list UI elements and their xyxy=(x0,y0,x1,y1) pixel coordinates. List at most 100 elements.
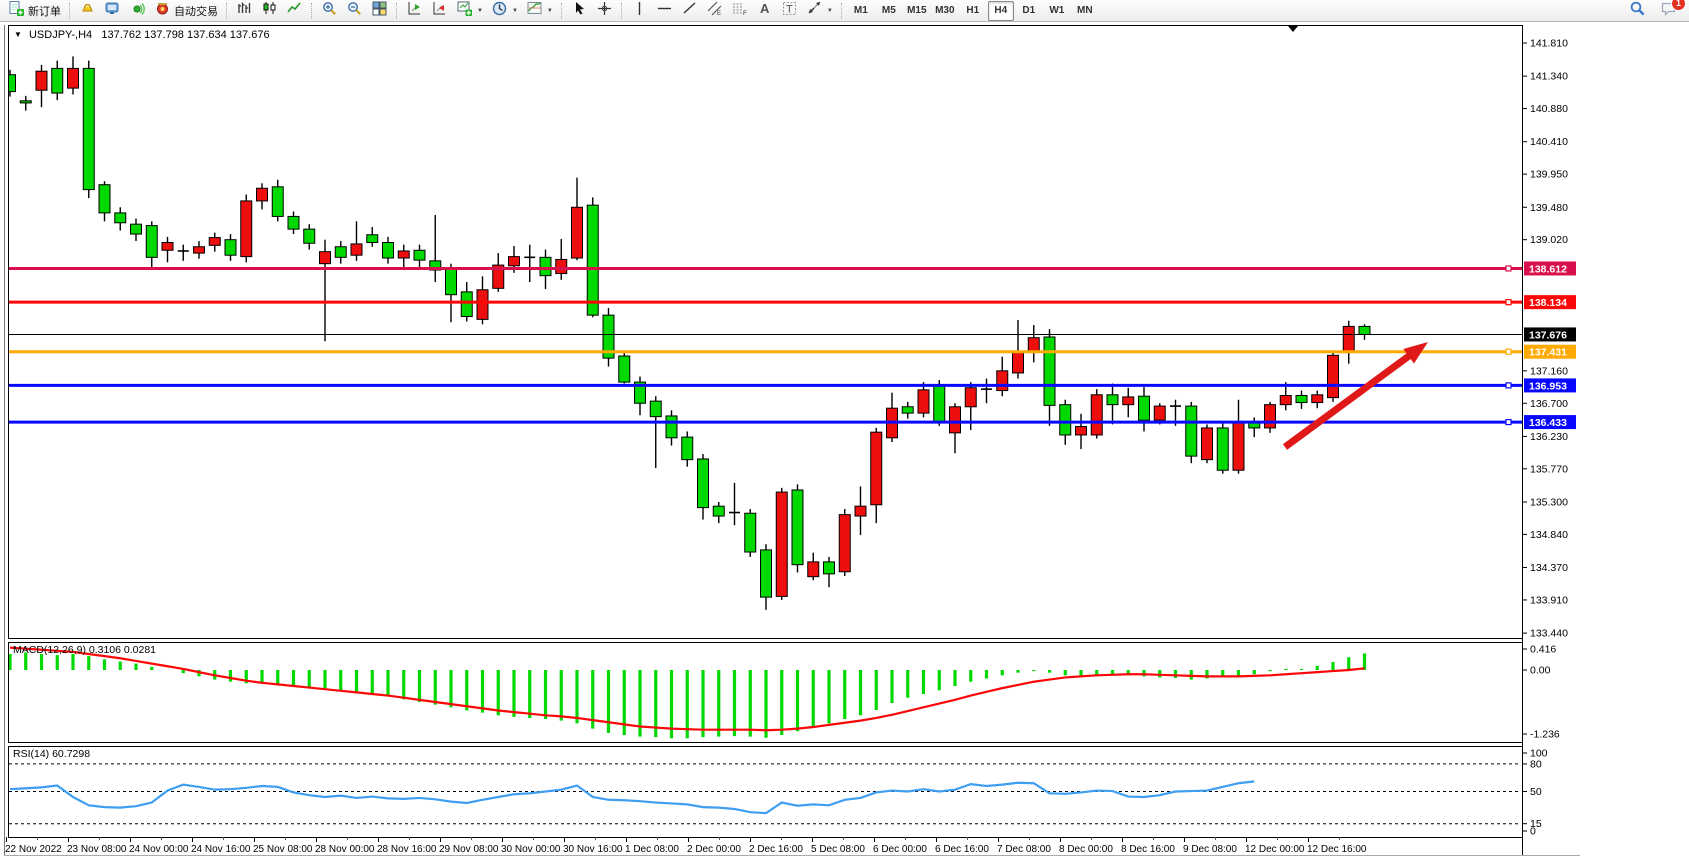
bear-candle xyxy=(666,416,677,438)
timeframe-M30-button[interactable]: M30 xyxy=(932,1,958,21)
hline-icon xyxy=(656,0,673,22)
symbol-dropdown-icon[interactable]: ▼ xyxy=(14,30,22,39)
label-button[interactable]: T xyxy=(777,0,802,22)
shapes-icon xyxy=(806,0,823,22)
price-level-badge: 136.433 xyxy=(1524,415,1576,429)
indicators-button[interactable]: ▼ xyxy=(522,0,557,22)
new-chart-button[interactable]: ▼ xyxy=(452,0,487,22)
timeframe-M5-button[interactable]: M5 xyxy=(876,1,902,21)
chart-candles-button[interactable] xyxy=(257,0,282,22)
bear-candle xyxy=(20,101,31,103)
autotrade-button[interactable]: 自动交易 xyxy=(150,0,222,22)
bull-candle xyxy=(871,432,882,505)
time-axis[interactable]: 22 Nov 202223 Nov 08:0024 Nov 00:0024 No… xyxy=(5,837,1367,855)
svg-text:137.431: 137.431 xyxy=(1529,347,1567,359)
chart-title-symbol: USDJPY-,H4 xyxy=(29,29,92,41)
fibo-button[interactable]: F xyxy=(727,0,752,22)
time-tick-label: 29 Nov 08:00 xyxy=(439,844,499,855)
search-icon xyxy=(1629,0,1646,22)
chart-line-button[interactable] xyxy=(282,0,307,22)
timeframe-W1-button[interactable]: W1 xyxy=(1044,1,1070,21)
time-tick-label: 8 Dec 16:00 xyxy=(1121,844,1175,855)
time-tick-label: 5 Dec 08:00 xyxy=(811,844,865,855)
timeframe-M1-button[interactable]: M1 xyxy=(848,1,874,21)
macd-scale-label: 0.416 xyxy=(1530,644,1556,656)
bear-candle xyxy=(131,224,142,234)
timeframe-H1-button[interactable]: H1 xyxy=(960,1,986,21)
period-button[interactable]: ▼ xyxy=(487,0,522,22)
bull-candle xyxy=(320,252,331,264)
price-tick-label: 137.160 xyxy=(1530,365,1568,377)
timeframe-D1-button[interactable]: D1 xyxy=(1016,1,1042,21)
trendline-icon xyxy=(681,0,698,22)
timeframe-H4-button[interactable]: H4 xyxy=(988,1,1014,21)
search-button[interactable] xyxy=(1625,0,1650,22)
bull-candle xyxy=(241,201,252,257)
bull-candle xyxy=(808,562,819,577)
bear-candle xyxy=(288,216,299,229)
time-tick-label: 6 Dec 16:00 xyxy=(935,844,989,855)
macd-scale-label: 0.00 xyxy=(1530,665,1551,677)
price-level-badge: 137.431 xyxy=(1524,345,1576,359)
trendline-button[interactable] xyxy=(677,0,702,22)
vline-button[interactable] xyxy=(627,0,652,22)
timeframe-M15-button[interactable]: M15 xyxy=(904,1,930,21)
bear-candle xyxy=(1186,406,1197,456)
rsi-scale-label: 50 xyxy=(1530,786,1542,798)
price-level-badge: 136.953 xyxy=(1524,378,1576,392)
zoom-out-button[interactable] xyxy=(342,0,367,22)
bear-candle xyxy=(146,226,157,258)
period-icon xyxy=(491,0,508,22)
chart-bars-button[interactable] xyxy=(232,0,257,22)
channel-button[interactable]: E xyxy=(702,0,727,22)
chart-title-quotes: 137.762 137.798 137.634 137.676 xyxy=(101,29,269,41)
macd-indicator-label: MACD(12,26,9) 0.3106 0.0281 xyxy=(13,644,156,656)
bear-candle xyxy=(446,268,457,295)
gold-button[interactable] xyxy=(75,0,100,22)
bull-candle xyxy=(1202,428,1213,460)
time-tick-label: 2 Dec 16:00 xyxy=(749,844,803,855)
bear-candle xyxy=(1359,326,1370,334)
shapes-button[interactable]: ▼ xyxy=(802,0,837,22)
chevron-down-icon: ▼ xyxy=(827,8,833,14)
line-handle[interactable] xyxy=(1506,420,1511,425)
price-tick-label: 136.230 xyxy=(1530,431,1568,443)
bear-candle xyxy=(304,229,315,243)
new-order-button[interactable]: 新订单 xyxy=(4,0,65,22)
chart-canvas[interactable]: 141.810141.340140.880140.410139.950139.4… xyxy=(0,0,1689,859)
time-tick-label: 22 Nov 2022 xyxy=(5,844,62,855)
profile-prev-button[interactable] xyxy=(427,0,452,22)
hline-button[interactable] xyxy=(652,0,677,22)
crosshair-button[interactable] xyxy=(592,0,617,22)
time-tick-label: 23 Nov 08:00 xyxy=(67,844,127,855)
timeframe-MN-button[interactable]: MN xyxy=(1072,1,1098,21)
chart-line-icon xyxy=(286,0,303,22)
tile-windows-button[interactable] xyxy=(367,0,392,22)
bull-candle xyxy=(477,290,488,320)
line-handle[interactable] xyxy=(1506,300,1511,305)
bear-candle xyxy=(272,187,283,217)
profile-next-icon xyxy=(406,0,423,22)
line-handle[interactable] xyxy=(1506,383,1511,388)
profile-prev-icon xyxy=(431,0,448,22)
new-order-icon xyxy=(8,0,25,22)
terminal-button[interactable] xyxy=(100,0,125,22)
svg-text:138.134: 138.134 xyxy=(1529,297,1567,309)
rsi-scale-label: 80 xyxy=(1530,758,1542,770)
line-handle[interactable] xyxy=(1506,349,1511,354)
svg-text:138.612: 138.612 xyxy=(1529,263,1567,275)
macd-scale-label: -1.236 xyxy=(1530,729,1560,741)
bear-candle xyxy=(115,213,126,223)
notifications-button[interactable]: 1 xyxy=(1656,0,1681,22)
bear-candle xyxy=(619,356,630,382)
price-tick-label: 135.770 xyxy=(1530,463,1568,475)
vline-icon xyxy=(631,0,648,22)
zoom-in-button[interactable] xyxy=(317,0,342,22)
signal-button[interactable] xyxy=(125,0,150,22)
profile-next-button[interactable] xyxy=(402,0,427,22)
line-handle[interactable] xyxy=(1506,266,1511,271)
bull-candle xyxy=(855,506,866,516)
cursor-button[interactable] xyxy=(567,0,592,22)
price-axis[interactable]: 141.810141.340140.880140.410139.950139.4… xyxy=(1522,38,1568,838)
text-button[interactable]: A xyxy=(752,0,777,22)
